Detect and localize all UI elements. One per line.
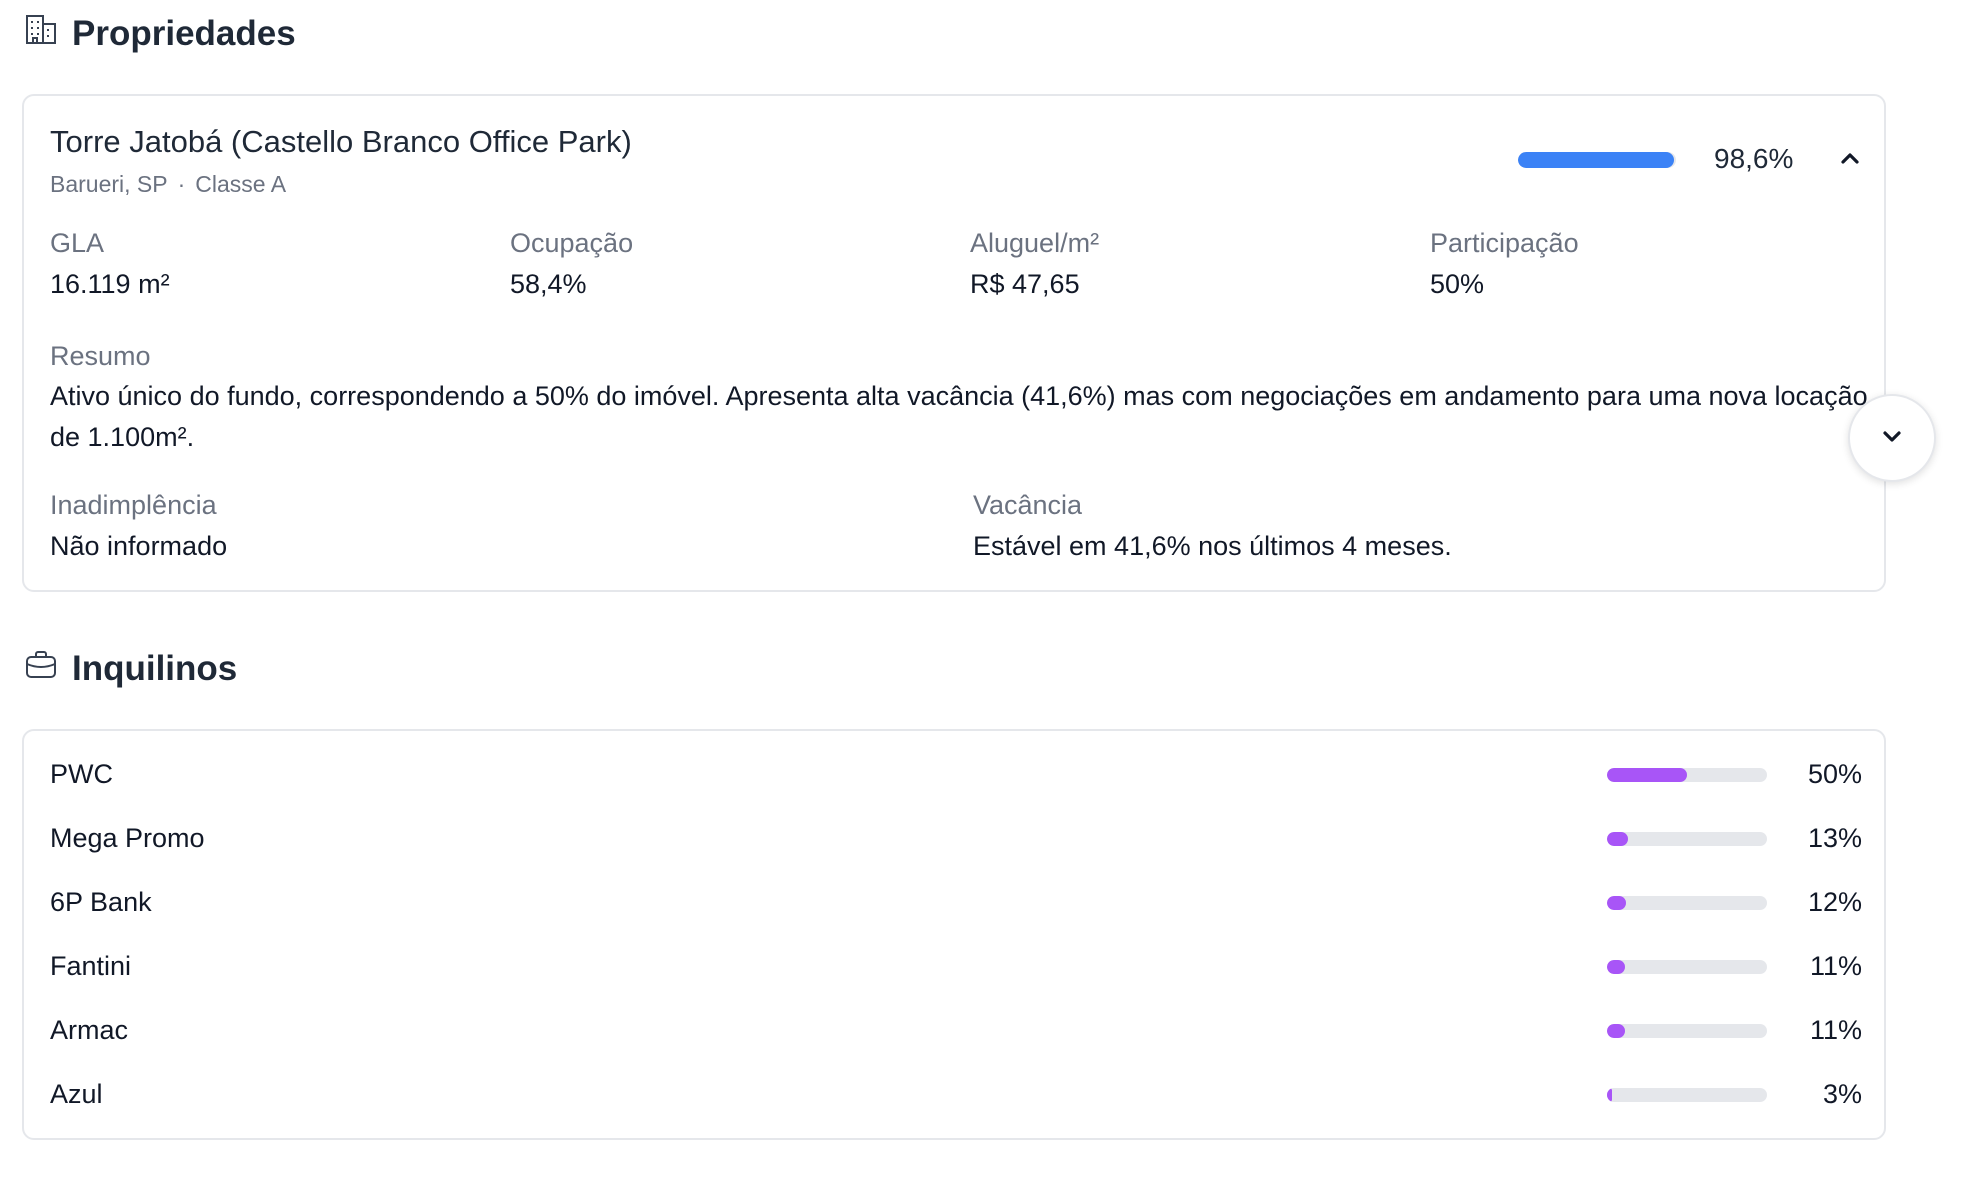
occupancy-bar-fill	[1518, 152, 1674, 168]
subtitle-separator: ·	[177, 171, 186, 197]
building-icon	[24, 12, 58, 55]
properties-title: Propriedades	[72, 13, 296, 53]
tenants-heading: Inquilinos	[24, 647, 237, 690]
tenant-share-bar	[1607, 768, 1767, 782]
tenant-name: Armac	[50, 1015, 129, 1045]
tenant-name: PWC	[50, 759, 113, 789]
tenants-title: Inquilinos	[72, 648, 238, 688]
tenant-share-fill	[1607, 832, 1628, 846]
vacancy-block: Vacância Estável em 41,6% nos últimos 4 …	[973, 490, 1833, 562]
property-subtitle: Barueri, SP · Classe A	[50, 171, 286, 198]
property-card: Torre Jatobá (Castello Branco Office Par…	[22, 94, 1886, 592]
vacancy-value: Estável em 41,6% nos últimos 4 meses.	[973, 531, 1452, 561]
tenant-row: Fantini 11%	[50, 947, 1862, 987]
tenant-name: Azul	[50, 1079, 103, 1109]
metric-label: Aluguel/m²	[970, 228, 1100, 258]
metric-participation: Participação 50%	[1430, 228, 1860, 300]
summary-label: Resumo	[50, 341, 151, 371]
tenant-share-bar	[1607, 960, 1767, 974]
tenant-share-bar	[1607, 1024, 1767, 1038]
metric-value: 58,4%	[510, 269, 587, 299]
vacancy-label: Vacância	[973, 490, 1083, 520]
property-class: Classe A	[195, 171, 287, 197]
tenant-percent: 11%	[1809, 951, 1862, 981]
collapse-button[interactable]	[1832, 140, 1868, 176]
property-location: Barueri, SP	[50, 171, 168, 197]
tenant-share-fill	[1607, 896, 1627, 910]
tenant-share-fill	[1607, 1088, 1612, 1102]
tenant-name: 6P Bank	[50, 887, 152, 917]
tenant-name: Mega Promo	[50, 823, 205, 853]
metric-label: GLA	[50, 228, 105, 258]
tenant-share-bar	[1607, 1088, 1767, 1102]
default-value: Não informado	[50, 531, 228, 561]
occupancy-bar	[1518, 152, 1676, 168]
tenants-card: PWC 50% Mega Promo 13% 6P Bank 12% Fanti…	[22, 729, 1886, 1140]
tenant-share-fill	[1607, 768, 1687, 782]
occupancy-percent: 98,6%	[1714, 143, 1794, 174]
tenant-name: Fantini	[50, 951, 132, 981]
chevron-down-icon	[1874, 419, 1910, 458]
scroll-down-button[interactable]	[1848, 394, 1936, 482]
tenant-share-bar	[1607, 832, 1767, 846]
tenant-row: Azul 3%	[50, 1075, 1862, 1115]
summary-block: Resumo Ativo único do fundo, corresponde…	[50, 341, 1870, 458]
tenant-percent: 3%	[1822, 1079, 1862, 1109]
briefcase-icon	[24, 647, 58, 690]
tenant-percent: 13%	[1807, 823, 1862, 853]
tenant-row: Armac 11%	[50, 1011, 1862, 1051]
tenant-percent: 50%	[1807, 759, 1862, 789]
tenant-share-fill	[1607, 1024, 1625, 1038]
tenant-percent: 11%	[1809, 1015, 1862, 1045]
tenant-row: 6P Bank 12%	[50, 883, 1862, 923]
tenant-row: PWC 50%	[50, 755, 1862, 795]
metric-value: 16.119 m²	[50, 269, 170, 299]
metric-label: Ocupação	[510, 228, 634, 258]
tenant-share-bar	[1607, 896, 1767, 910]
tenant-percent: 12%	[1807, 887, 1862, 917]
metric-gla: GLA 16.119 m²	[50, 228, 480, 300]
chevron-up-icon	[1832, 153, 1868, 179]
default-block: Inadimplência Não informado	[50, 490, 910, 562]
metric-rent: Aluguel/m² R$ 47,65	[970, 228, 1400, 300]
property-name: Torre Jatobá (Castello Branco Office Par…	[50, 124, 632, 159]
default-label: Inadimplência	[50, 490, 217, 520]
tenant-row: Mega Promo 13%	[50, 819, 1862, 859]
metric-value: 50%	[1430, 269, 1485, 299]
tenant-share-fill	[1607, 960, 1625, 974]
summary-text: Ativo único do fundo, correspondendo a 5…	[50, 381, 1868, 452]
metric-label: Participação	[1430, 228, 1579, 258]
metric-occupancy: Ocupação 58,4%	[510, 228, 940, 300]
metric-value: R$ 47,65	[970, 269, 1080, 299]
properties-heading: Propriedades	[24, 12, 296, 55]
